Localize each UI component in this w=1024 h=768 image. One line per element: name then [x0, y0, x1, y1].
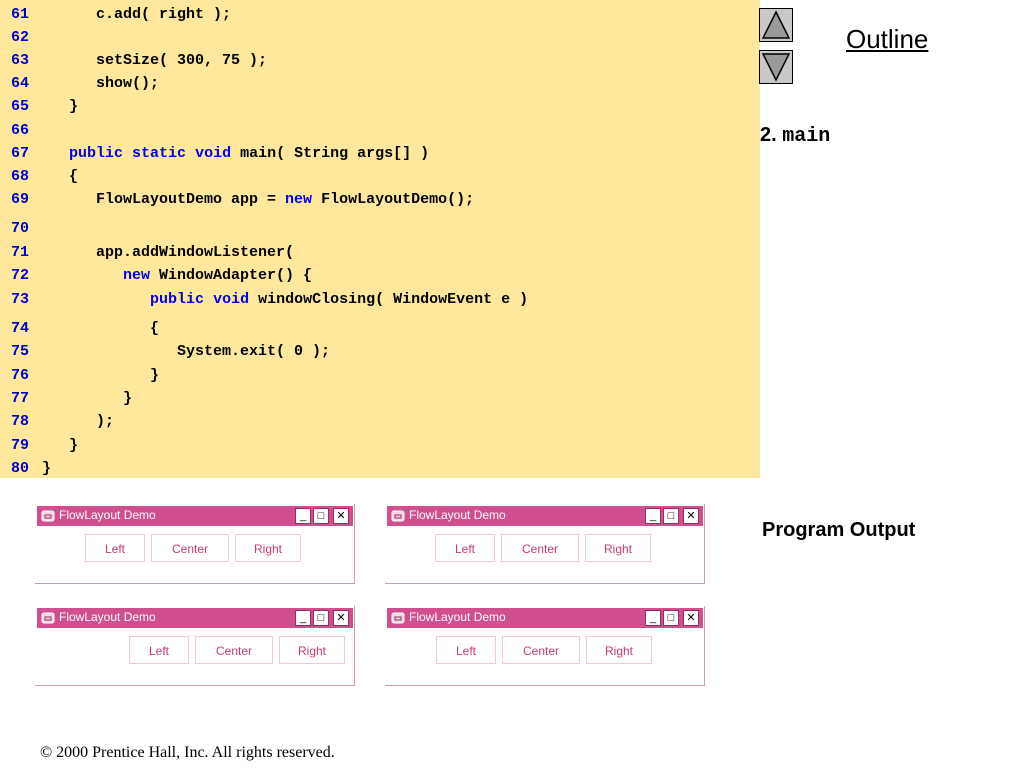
window-title: FlowLayout Demo [409, 610, 506, 624]
line-number: 69 [11, 191, 30, 208]
keyword: new [123, 267, 151, 284]
maximize-button[interactable]: □ [313, 610, 329, 626]
minimize-button[interactable]: _ [295, 508, 311, 524]
maximize-button[interactable]: □ [663, 610, 679, 626]
line-number: 61 [11, 6, 30, 23]
left-button[interactable]: Left [85, 534, 145, 562]
close-button[interactable]: ✕ [683, 610, 699, 626]
flowlayout-demo-window: FlowLayout Demo _ □ ✕ Left Center Right [35, 504, 355, 584]
close-button[interactable]: ✕ [333, 508, 349, 524]
window-titlebar[interactable]: FlowLayout Demo _ □ ✕ [37, 608, 353, 628]
code-text: public void windowClosing( WindowEvent e… [150, 291, 529, 308]
program-output-label: Program Output [762, 519, 916, 541]
window-content: Left Center Right [385, 630, 703, 684]
minimize-button[interactable]: _ [295, 610, 311, 626]
line-number: 77 [11, 390, 30, 407]
keyword: new [285, 191, 313, 208]
window-titlebar[interactable]: FlowLayout Demo _ □ ✕ [387, 608, 703, 628]
keyword: void [213, 291, 250, 308]
line-number: 66 [11, 122, 30, 139]
keyword: static [132, 145, 187, 162]
minimize-button[interactable]: _ [645, 610, 661, 626]
window-titlebar[interactable]: FlowLayout Demo _ □ ✕ [37, 506, 353, 526]
line-number: 70 [11, 220, 30, 237]
right-button[interactable]: Right [279, 636, 345, 664]
section-name: main [782, 125, 831, 148]
left-button[interactable]: Left [435, 534, 495, 562]
line-number: 62 [11, 29, 30, 46]
window-title: FlowLayout Demo [59, 508, 156, 522]
maximize-button[interactable]: □ [313, 508, 329, 524]
code-text: } [42, 437, 79, 454]
line-number: 67 [11, 145, 30, 162]
line-number: 75 [11, 343, 30, 360]
line-number: 74 [11, 320, 30, 337]
line-number: 78 [11, 413, 30, 430]
code-text: public static void main( String args[] ) [69, 145, 430, 162]
line-number: 63 [11, 52, 30, 69]
left-button[interactable]: Left [129, 636, 189, 664]
triangle-down-icon [761, 53, 791, 82]
line-number: 68 [11, 168, 30, 185]
line-number: 73 [11, 291, 30, 308]
keyword: void [195, 145, 232, 162]
code-text: } [42, 98, 79, 115]
line-number: 79 [11, 437, 30, 454]
line-number: 80 [11, 460, 30, 477]
line-number: 76 [11, 367, 30, 384]
java-cup-icon [391, 612, 405, 624]
section-heading: 2. main [760, 124, 830, 148]
line-number: 64 [11, 75, 30, 92]
minimize-button[interactable]: _ [645, 508, 661, 524]
code-text: } [42, 367, 160, 384]
flowlayout-demo-window: FlowLayout Demo _ □ ✕ Left Center Right [385, 606, 705, 686]
code-text: app.addWindowListener( [42, 244, 295, 261]
code-text: c.add( right ); [42, 6, 232, 23]
window-content: Left Center Right [35, 630, 353, 684]
right-button[interactable]: Right [585, 534, 651, 562]
code-text: } [42, 390, 133, 407]
close-button[interactable]: ✕ [333, 610, 349, 626]
close-button[interactable]: ✕ [683, 508, 699, 524]
section-number: 2. [760, 124, 777, 146]
window-title: FlowLayout Demo [59, 610, 156, 624]
line-number: 71 [11, 244, 30, 261]
triangle-up-icon [761, 10, 791, 39]
center-button[interactable]: Center [195, 636, 273, 664]
right-button[interactable]: Right [235, 534, 301, 562]
center-button[interactable]: Center [151, 534, 229, 562]
right-button[interactable]: Right [586, 636, 652, 664]
window-title: FlowLayout Demo [409, 508, 506, 522]
code-listing: 61 c.add( right ); 62 63 setSize( 300, 75 … [0, 0, 760, 478]
java-cup-icon [391, 510, 405, 522]
code-text: setSize( 300, 75 ); [42, 52, 268, 69]
keyword: public [69, 145, 124, 162]
code-text: new WindowAdapter() { [123, 267, 313, 284]
maximize-button[interactable]: □ [663, 508, 679, 524]
java-cup-icon [41, 510, 55, 522]
window-content: Left Center Right [385, 528, 703, 582]
code-text: } [42, 460, 52, 477]
line-number: 72 [11, 267, 30, 284]
code-text: { [42, 320, 160, 337]
copyright-footer: © 2000 Prentice Hall, Inc. All rights re… [40, 744, 335, 761]
java-cup-icon [41, 612, 55, 624]
code-text: ); [42, 413, 115, 430]
line-number: 65 [11, 98, 30, 115]
flowlayout-demo-window: FlowLayout Demo _ □ ✕ Left Center Right [385, 504, 705, 584]
code-text: { [42, 168, 79, 185]
next-slide-button[interactable] [759, 50, 793, 84]
code-text: System.exit( 0 ); [42, 343, 331, 360]
code-text: show(); [42, 75, 160, 92]
center-button[interactable]: Center [502, 636, 580, 664]
window-titlebar[interactable]: FlowLayout Demo _ □ ✕ [387, 506, 703, 526]
center-button[interactable]: Center [501, 534, 579, 562]
code-text: FlowLayoutDemo app = new FlowLayoutDemo(… [42, 191, 475, 208]
flowlayout-demo-window: FlowLayout Demo _ □ ✕ Left Center Right [35, 606, 355, 686]
previous-slide-button[interactable] [759, 8, 793, 42]
window-content: Left Center Right [35, 528, 353, 582]
keyword: public [150, 291, 205, 308]
left-button[interactable]: Left [436, 636, 496, 664]
outline-link[interactable]: Outline [846, 24, 928, 55]
